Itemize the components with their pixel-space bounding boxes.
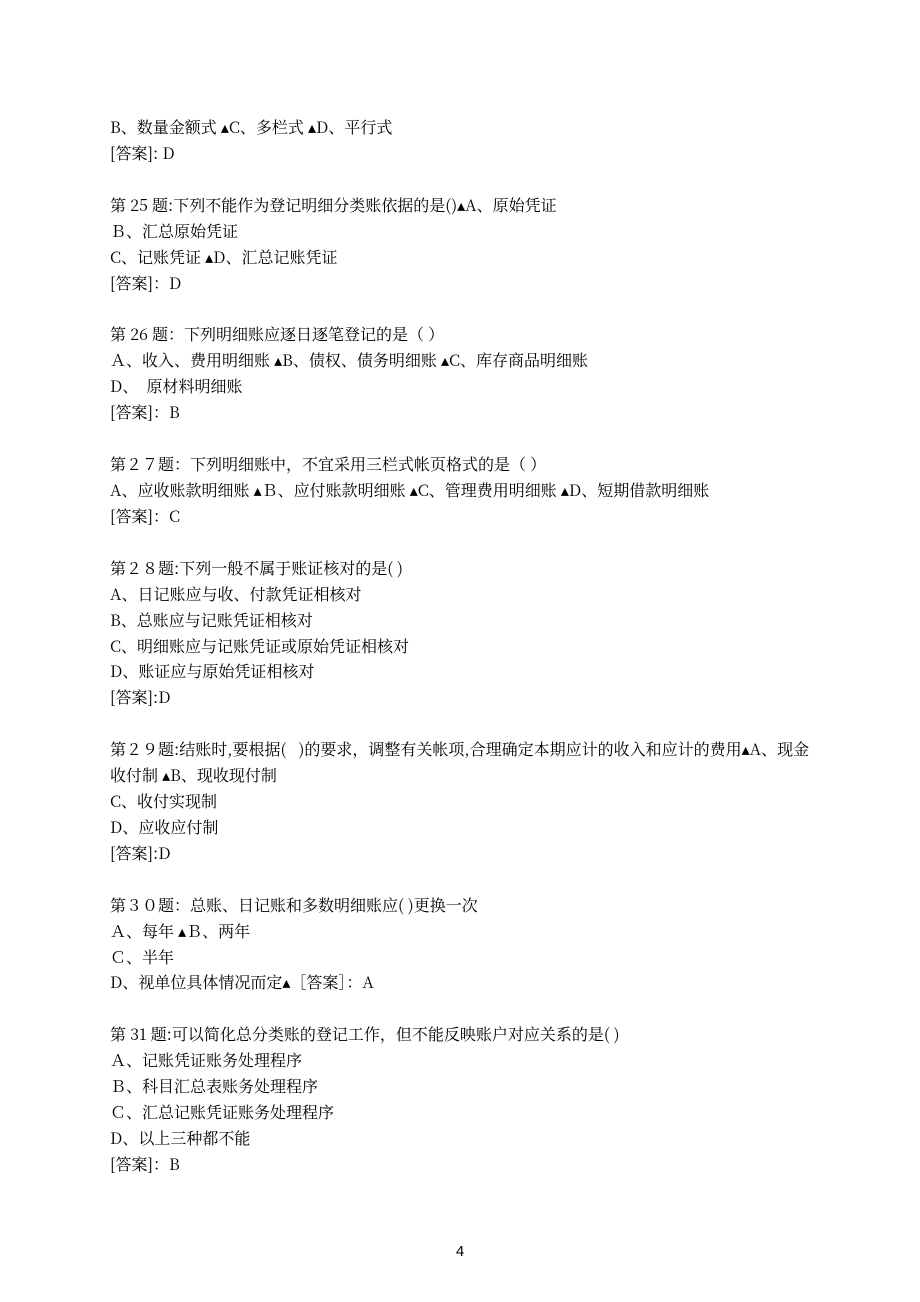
q29-answer: [答案]:D [110,840,810,866]
q31-title: 第 31 题:可以简化总分类账的登记工作，但不能反映账户对应关系的是( ) [110,1021,810,1047]
q25-opt-b: Ｂ、汇总原始凭证 [110,218,810,244]
q26-answer: [答案]：B [110,399,810,425]
q28-opt-a: A、日记账应与收、付款凭证相核对 [110,581,810,607]
q31-opt-d: D、以上三种都不能 [110,1125,810,1151]
q30-opt-ab: Ａ、每年 ▴Ｂ、两年 [110,918,810,944]
q30-opt-d-answer: D、视单位具体情况而定▴［答案］：A [110,969,810,995]
q27-opts: A、应收账款明细账 ▴Ｂ、应付账款明细账 ▴C、管理费用明细账 ▴D、短期借款明… [110,477,810,503]
block-spacer [110,529,810,555]
q25-title: 第 25 题:下列不能作为登记明细分类账依据的是()▴A、原始凭证 [110,192,810,218]
page-number: 4 [0,1240,920,1264]
q28-answer: [答案]:D [110,684,810,710]
q25-opt-cd: C、记账凭证 ▴D、汇总记账凭证 [110,244,810,270]
q28-opt-d: D、账证应与原始凭证相核对 [110,658,810,684]
q28-opt-b: B、总账应与记账凭证相核对 [110,607,810,633]
q26-opt-d: D、 原材料明细账 [110,373,810,399]
block-spacer [110,166,810,192]
block-spacer [110,425,810,451]
q30-opt-c: Ｃ、半年 [110,944,810,970]
q25-answer: [答案]：D [110,270,810,296]
q28-opt-c: C、明细账应与记账凭证或原始凭证相核对 [110,633,810,659]
q31-answer: [答案]：B [110,1151,810,1177]
q31-opt-b: Ｂ、科目汇总表账务处理程序 [110,1073,810,1099]
q27-title: 第２７题：下列明细账中，不宜采用三栏式帐页格式的是（ ） [110,451,810,477]
q29-opt-d: D、应收应付制 [110,814,810,840]
q31-opt-a: Ａ、记账凭证账务处理程序 [110,1047,810,1073]
block-spacer [110,710,810,736]
q26-opt-abc: Ａ、收入、费用明细账 ▴B、债权、债务明细账 ▴C、库存商品明细账 [110,347,810,373]
block-spacer [110,995,810,1021]
document-page: B、数量金额式 ▴C、多栏式 ▴D、平行式 [答案]: D 第 25 题:下列不… [0,0,920,1302]
q24-options: B、数量金额式 ▴C、多栏式 ▴D、平行式 [110,114,810,140]
q24-answer: [答案]: D [110,140,810,166]
q28-title: 第２８题:下列一般不属于账证核对的是( ) [110,555,810,581]
q30-title: 第３０题：总账、日记账和多数明细账应( )更换一次 [110,892,810,918]
q27-answer: [答案]：C [110,503,810,529]
q31-opt-c: Ｃ、汇总记账凭证账务处理程序 [110,1099,810,1125]
block-spacer [110,866,810,892]
q29-opt-c: C、收付实现制 [110,788,810,814]
q29-title: 第２９题:结账时,要根据( )的要求，调整有关帐项,合理确定本期应计的收入和应计… [110,736,810,788]
q26-title: 第 26 题：下列明细账应逐日逐笔登记的是（ ） [110,321,810,347]
block-spacer [110,295,810,321]
